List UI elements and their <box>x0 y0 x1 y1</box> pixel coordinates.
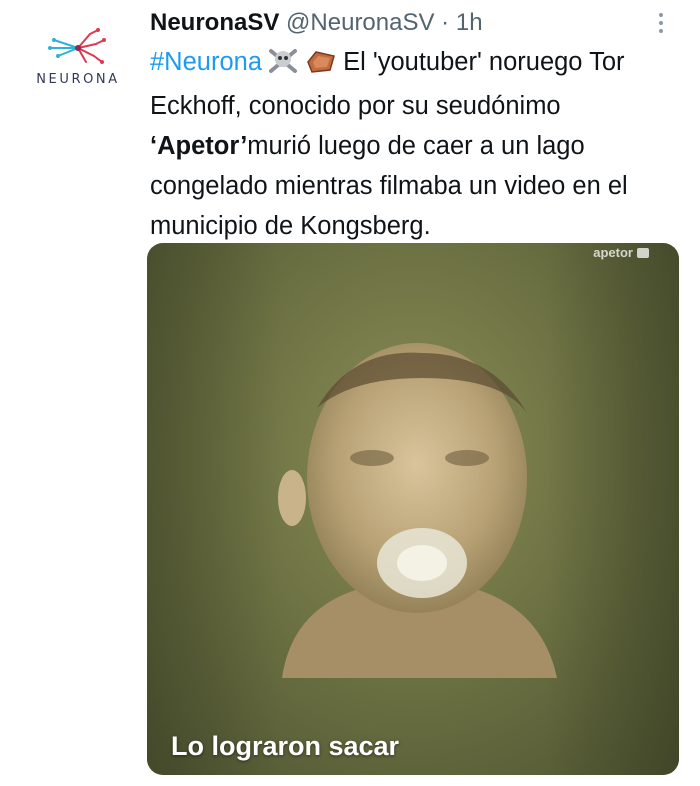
video-frame-person <box>278 343 557 678</box>
neurona-logo-icon <box>48 28 106 64</box>
skull-and-crossbones-icon <box>268 46 298 86</box>
play-icon <box>637 247 649 258</box>
tweet-text: #Neurona El 'youtuber' noruego Tor Eckho… <box>150 42 680 246</box>
watermark-text: apetor <box>593 245 633 260</box>
video-media[interactable]: apetor Lo lograron sacar <box>147 243 679 775</box>
bold-name: ‘Apetor’ <box>150 132 248 160</box>
video-watermark: apetor <box>593 245 649 260</box>
more-options-icon[interactable] <box>656 8 666 38</box>
separator-dot: · <box>441 9 450 36</box>
timestamp[interactable]: 1h <box>456 9 483 36</box>
user-handle[interactable]: @NeuronaSV <box>286 9 434 36</box>
avatar[interactable]: NEURONA <box>20 26 136 106</box>
display-name[interactable]: NeuronaSV <box>150 9 279 36</box>
tweet[interactable]: NEURONA NeuronaSV @NeuronaSV · 1h #Neuro… <box>0 0 700 786</box>
video-caption: Lo lograron sacar <box>171 731 400 761</box>
logo-wordmark: NEURONA <box>36 72 120 87</box>
hashtag-link[interactable]: #Neurona <box>150 48 262 76</box>
coffin-icon <box>304 46 336 86</box>
tweet-header: NeuronaSV @NeuronaSV · 1h <box>150 8 640 38</box>
